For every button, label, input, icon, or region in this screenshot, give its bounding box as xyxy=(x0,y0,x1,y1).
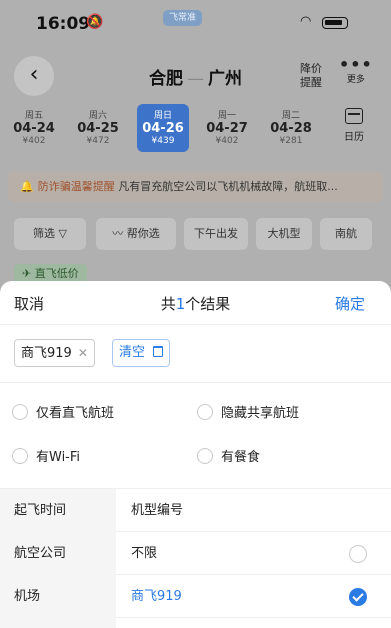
chip-label: 南航 xyxy=(335,227,357,240)
date-weekday: 周二 xyxy=(281,111,300,121)
radio-icon xyxy=(12,448,28,464)
radio-icon xyxy=(197,448,213,464)
date-price: ¥472 xyxy=(86,136,110,146)
category-departure-time[interactable]: 起飞时间 xyxy=(0,489,116,532)
clear-label: 清空 xyxy=(119,345,146,360)
nav-bar: ‹ 合肥 — 广州 降价 提醒 ••• 更多 xyxy=(0,52,391,100)
selected-tag-label: 商飞919 xyxy=(21,346,72,361)
large-aircraft-chip[interactable]: 大机型 xyxy=(256,218,312,250)
background-page: 16:09 🔕 飞常准 ◠ ‹ 合肥 — 广州 降价 提醒 ••• 更多 周五 04… xyxy=(0,0,391,300)
date-day: 04-24 xyxy=(13,121,55,136)
clear-button[interactable]: 清空 xyxy=(112,339,171,367)
option-wifi[interactable]: 有Wi-Fi xyxy=(12,448,80,468)
date-weekday: 周日 xyxy=(153,111,172,121)
date-item[interactable]: 周一 04-27 ¥402 xyxy=(201,104,253,152)
more-dots-icon: ••• xyxy=(339,55,373,74)
radio-icon xyxy=(12,404,28,420)
filter-button[interactable]: 筛选 ▽ xyxy=(14,218,86,250)
date-item[interactable]: 周六 04-25 ¥472 xyxy=(72,104,124,152)
category-airline[interactable]: 航空公司 xyxy=(0,532,116,575)
quick-options: 仅看直飞航班 隐藏共享航班 有Wi-Fi 有餐食 xyxy=(0,383,391,489)
date-weekday: 周五 xyxy=(24,111,43,121)
app-badge: 飞常准 xyxy=(163,10,203,26)
category-airport[interactable]: 机场 xyxy=(0,575,116,618)
option-list: 机型编号 不限 商飞919 xyxy=(116,489,391,628)
sheet-header: 取消 共1个结果 确定 xyxy=(0,281,391,325)
option-meal[interactable]: 有餐食 xyxy=(197,448,260,468)
category-list: 起飞时间 航空公司 机场 xyxy=(0,489,116,628)
date-price: ¥439 xyxy=(151,136,175,146)
date-item[interactable]: 周二 04-28 ¥281 xyxy=(265,104,317,152)
selected-tags-row: 商飞919 ✕ 清空 xyxy=(0,325,391,383)
option-hide-codeshare[interactable]: 隐藏共享航班 xyxy=(197,404,299,424)
date-price: ¥402 xyxy=(215,136,239,146)
option-unlimited[interactable]: 不限 xyxy=(116,532,391,575)
help-choose-chip[interactable]: 〰 帮你选 xyxy=(96,218,176,250)
route-to: 广州 xyxy=(208,69,242,89)
date-item[interactable]: 周五 04-24 ¥402 xyxy=(8,104,60,152)
result-prefix: 共 xyxy=(160,295,176,313)
route-title: 合肥 — 广州 xyxy=(0,64,391,89)
notice-text: 凡有冒充航空公司以飞机机械故障，航班取... xyxy=(118,180,338,193)
filter-sheet: 取消 共1个结果 确定 商飞919 ✕ 清空 仅看直飞航班 隐藏共享航班 有Wi-… xyxy=(0,281,391,628)
close-icon[interactable]: ✕ xyxy=(78,346,88,360)
option-label: 仅看直飞航班 xyxy=(36,406,115,421)
confirm-button[interactable]: 确定 xyxy=(335,293,365,314)
afternoon-chip[interactable]: 下午出发 xyxy=(184,218,248,250)
price-alert-button[interactable]: 降价 提醒 xyxy=(300,62,322,90)
date-strip: 周五 04-24 ¥402 周六 04-25 ¥472 周日 04-26 ¥43… xyxy=(0,104,391,156)
battery-icon xyxy=(322,17,348,29)
result-suffix: 个结果 xyxy=(185,295,231,313)
route-separator: — xyxy=(187,69,204,89)
date-day: 04-27 xyxy=(206,121,248,136)
option-c919[interactable]: 商飞919 xyxy=(116,575,391,618)
radio-icon xyxy=(349,545,367,563)
selected-tag[interactable]: 商飞919 ✕ xyxy=(14,339,95,367)
funnel-icon: ▽ xyxy=(58,227,67,240)
date-price: ¥402 xyxy=(22,136,46,146)
status-bar: 16:09 🔕 飞常准 ◠ xyxy=(0,0,391,48)
date-day: 04-25 xyxy=(77,121,119,136)
filter-panel: 起飞时间 航空公司 机场 机型编号 不限 商飞919 xyxy=(0,489,391,628)
radio-icon xyxy=(197,404,213,420)
fraud-notice-banner[interactable]: 🔔 防诈骗温馨提醒 凡有冒充航空公司以飞机机械故障，航班取... xyxy=(8,172,383,202)
result-count-title: 共1个结果 xyxy=(0,293,391,314)
date-day: 04-28 xyxy=(270,121,312,136)
route-from: 合肥 xyxy=(149,69,183,89)
mute-bell-icon: 🔕 xyxy=(86,14,104,30)
calendar-icon xyxy=(345,108,363,124)
status-time: 16:09 xyxy=(36,14,91,34)
notice-highlight: 防诈骗温馨提醒 xyxy=(37,180,115,193)
price-alert-line2: 提醒 xyxy=(300,76,322,89)
date-day: 04-26 xyxy=(142,121,184,136)
calendar-label: 日历 xyxy=(344,132,364,143)
chip-label: 大机型 xyxy=(267,227,301,240)
chip-label: 下午出发 xyxy=(194,227,238,240)
option-label: 不限 xyxy=(131,546,158,561)
calendar-button[interactable]: 日历 xyxy=(336,106,372,143)
price-alert-line1: 降价 xyxy=(300,62,322,75)
option-label: 商飞919 xyxy=(131,589,182,604)
wifi-icon: ◠ xyxy=(300,14,312,29)
filter-label: 筛选 xyxy=(33,227,56,240)
filter-bar: 筛选 ▽ 〰 帮你选 下午出发 大机型 南航 xyxy=(0,218,391,252)
more-button[interactable]: ••• 更多 xyxy=(339,55,373,86)
date-weekday: 周一 xyxy=(217,111,236,121)
alert-bell-icon: 🔔 xyxy=(20,180,34,193)
trash-icon xyxy=(153,346,164,357)
option-label: 隐藏共享航班 xyxy=(221,406,300,421)
cancel-button[interactable]: 取消 xyxy=(14,293,44,314)
aircraft-model-header: 机型编号 xyxy=(116,489,391,532)
date-weekday: 周六 xyxy=(88,111,107,121)
airline-chip[interactable]: 南航 xyxy=(320,218,372,250)
date-price: ¥281 xyxy=(279,136,303,146)
eye-icon: 〰 xyxy=(112,227,124,240)
option-direct-only[interactable]: 仅看直飞航班 xyxy=(12,404,114,424)
option-label: 有餐食 xyxy=(221,450,261,465)
date-item-selected[interactable]: 周日 04-26 ¥439 xyxy=(137,104,189,152)
result-count: 1 xyxy=(175,295,186,313)
chip-label: 帮你选 xyxy=(126,227,160,240)
option-label: 有Wi-Fi xyxy=(36,450,81,465)
checkmark-icon xyxy=(349,588,367,606)
